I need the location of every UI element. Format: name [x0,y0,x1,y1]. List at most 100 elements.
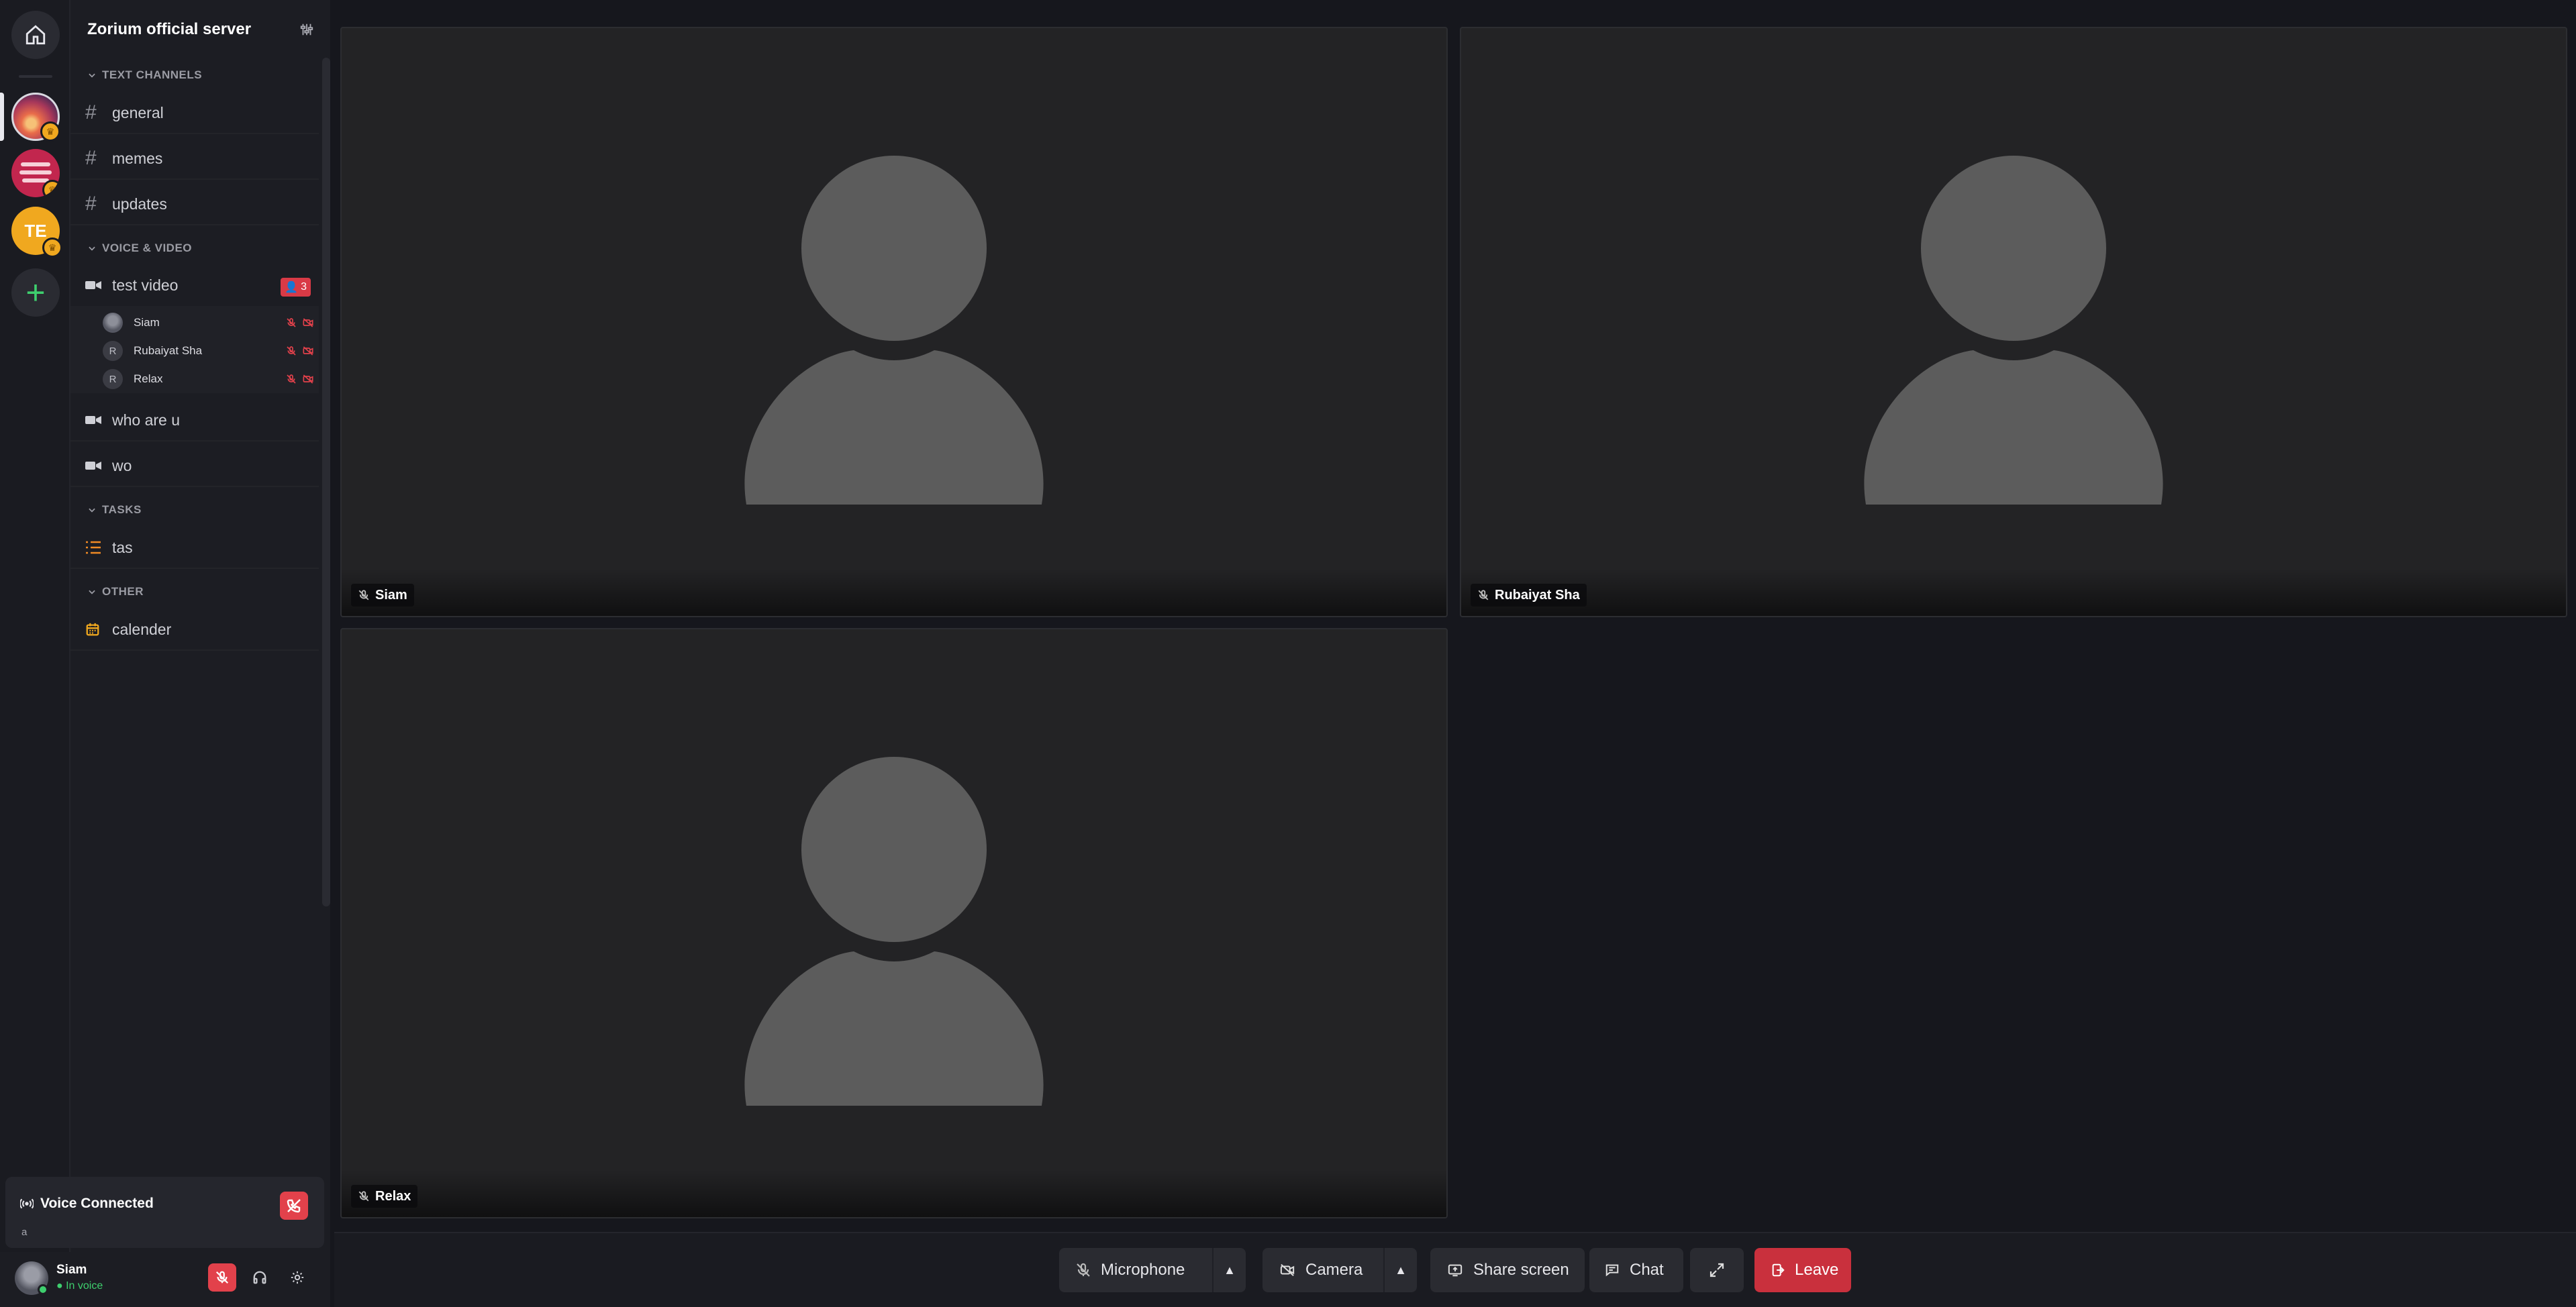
server-header[interactable]: Zorium official server [70,0,330,59]
user-icon: 👤 [285,282,299,293]
video-camera-icon [85,279,112,291]
sidebar-scrollbar[interactable] [322,58,330,906]
settings-button[interactable] [283,1263,311,1292]
microphone-options-button[interactable]: ▲ [1212,1248,1246,1292]
home-button[interactable] [11,11,60,59]
expand-icon [1710,1263,1724,1277]
default-avatar-icon [744,757,1044,1106]
chat-button[interactable]: Chat [1589,1248,1683,1292]
mic-off-icon [358,590,369,600]
plus-icon: + [26,274,46,311]
headphones-icon [253,1271,266,1284]
chevron-down-icon [89,508,95,513]
category-label: VOICE & VIDEO [102,242,193,254]
mute-button[interactable] [208,1263,236,1292]
channel-label: tas [112,538,133,556]
mic-off-icon [1077,1263,1090,1277]
crown-icon: ♛ [42,180,60,197]
mic-off-icon [1478,590,1489,600]
category-label: TEXT CHANNELS [102,68,203,81]
channel-label: general [112,103,164,121]
crown-icon: ♛ [42,238,62,258]
task-channel-tas[interactable]: tas [70,527,319,569]
voice-members-list: Siam R Rubaiyat Sha R Relax [70,306,319,393]
active-server-indicator [0,93,4,141]
category-label: TASKS [102,503,142,516]
participant-label: Siam [351,584,414,607]
channel-label: who are u [112,411,181,429]
category-text-channels[interactable]: TEXT CHANNELS [87,68,202,82]
channel-label: calender [112,620,172,638]
voice-channel-who-are-u[interactable]: who are u [70,400,319,441]
task-list-icon [85,540,112,555]
server-icon-te[interactable]: TE ♛ [11,207,62,258]
participant-label: Relax [351,1185,418,1208]
chat-icon [1605,1264,1619,1277]
tile-gradient [342,569,1446,616]
share-screen-icon [1448,1264,1463,1277]
video-tile[interactable]: Rubaiyat Sha [1460,27,2567,617]
sliders-icon[interactable] [299,22,314,37]
gear-icon [291,1271,304,1284]
default-avatar-icon [744,156,1044,505]
camera-off-icon [303,374,313,384]
member-name: Siam [134,316,160,329]
channel-memes[interactable]: # memes [70,138,319,180]
category-tasks[interactable]: TASKS [87,503,142,517]
member-name: Rubaiyat Sha [134,344,203,357]
video-camera-icon [85,414,112,426]
server-name: Zorium official server [87,20,252,38]
mic-off-icon [215,1271,229,1284]
hash-icon: # [85,101,97,123]
server-initials: TE [24,220,47,241]
user-bar: Siam ● In voice [0,1252,329,1307]
voice-member[interactable]: R Rubaiyat Sha [103,337,314,364]
avatar [103,313,123,333]
mic-off-icon [287,346,296,356]
channel-label: updates [112,195,167,213]
crown-icon: ♛ [40,121,60,142]
deafen-button[interactable] [246,1263,274,1292]
leave-button[interactable]: Leave [1754,1248,1851,1292]
member-name: Relax [134,372,163,385]
leave-icon [1772,1263,1785,1277]
hash-icon: # [85,147,97,169]
voice-channel-subtitle: a [21,1226,28,1238]
channel-label: wo [112,456,132,474]
server-icon-2[interactable]: ♛ [11,149,60,197]
disconnect-button[interactable] [280,1192,308,1220]
member-status-icons [286,346,314,356]
user-status: ● In voice [56,1280,103,1292]
microphone-button[interactable]: Microphone ▲ [1059,1248,1246,1292]
channel-label: test video [112,276,179,294]
calendar-channel-calender[interactable]: calender [70,609,319,651]
camera-off-icon [303,346,313,356]
voice-member[interactable]: R Relax [103,366,314,393]
camera-button[interactable]: Camera ▲ [1262,1248,1417,1292]
tile-gradient [342,1170,1446,1217]
avatar: R [103,369,123,389]
user-name: Siam [56,1263,87,1277]
call-control-bar: Microphone ▲ Camera ▲ Share screen Chat … [334,1232,2576,1307]
voice-channel-wo[interactable]: wo [70,446,319,487]
video-tile[interactable]: Relax [340,628,1448,1218]
rail-separator [19,75,52,78]
video-tile[interactable]: Siam [340,27,1448,617]
home-icon [26,25,46,45]
channel-updates[interactable]: # updates [70,184,319,225]
channel-general[interactable]: # general [70,93,319,134]
add-server-button[interactable]: + [11,268,60,317]
camera-off-icon [1280,1264,1295,1276]
category-voice-video[interactable]: VOICE & VIDEO [87,242,192,255]
fullscreen-button[interactable] [1690,1248,1744,1292]
server-icon-zorium[interactable]: ♛ [11,93,60,142]
server-rail: ♛ ♛ TE ♛ + [0,0,70,1307]
member-status-icons [286,317,314,328]
camera-options-button[interactable]: ▲ [1383,1248,1417,1292]
channel-label: memes [112,149,163,167]
voice-member[interactable]: Siam [103,309,314,336]
voice-channel-test-video[interactable]: test video 👤 3 [70,264,319,306]
share-screen-button[interactable]: Share screen [1430,1248,1585,1292]
category-label: OTHER [102,585,144,598]
category-other[interactable]: OTHER [87,585,144,598]
